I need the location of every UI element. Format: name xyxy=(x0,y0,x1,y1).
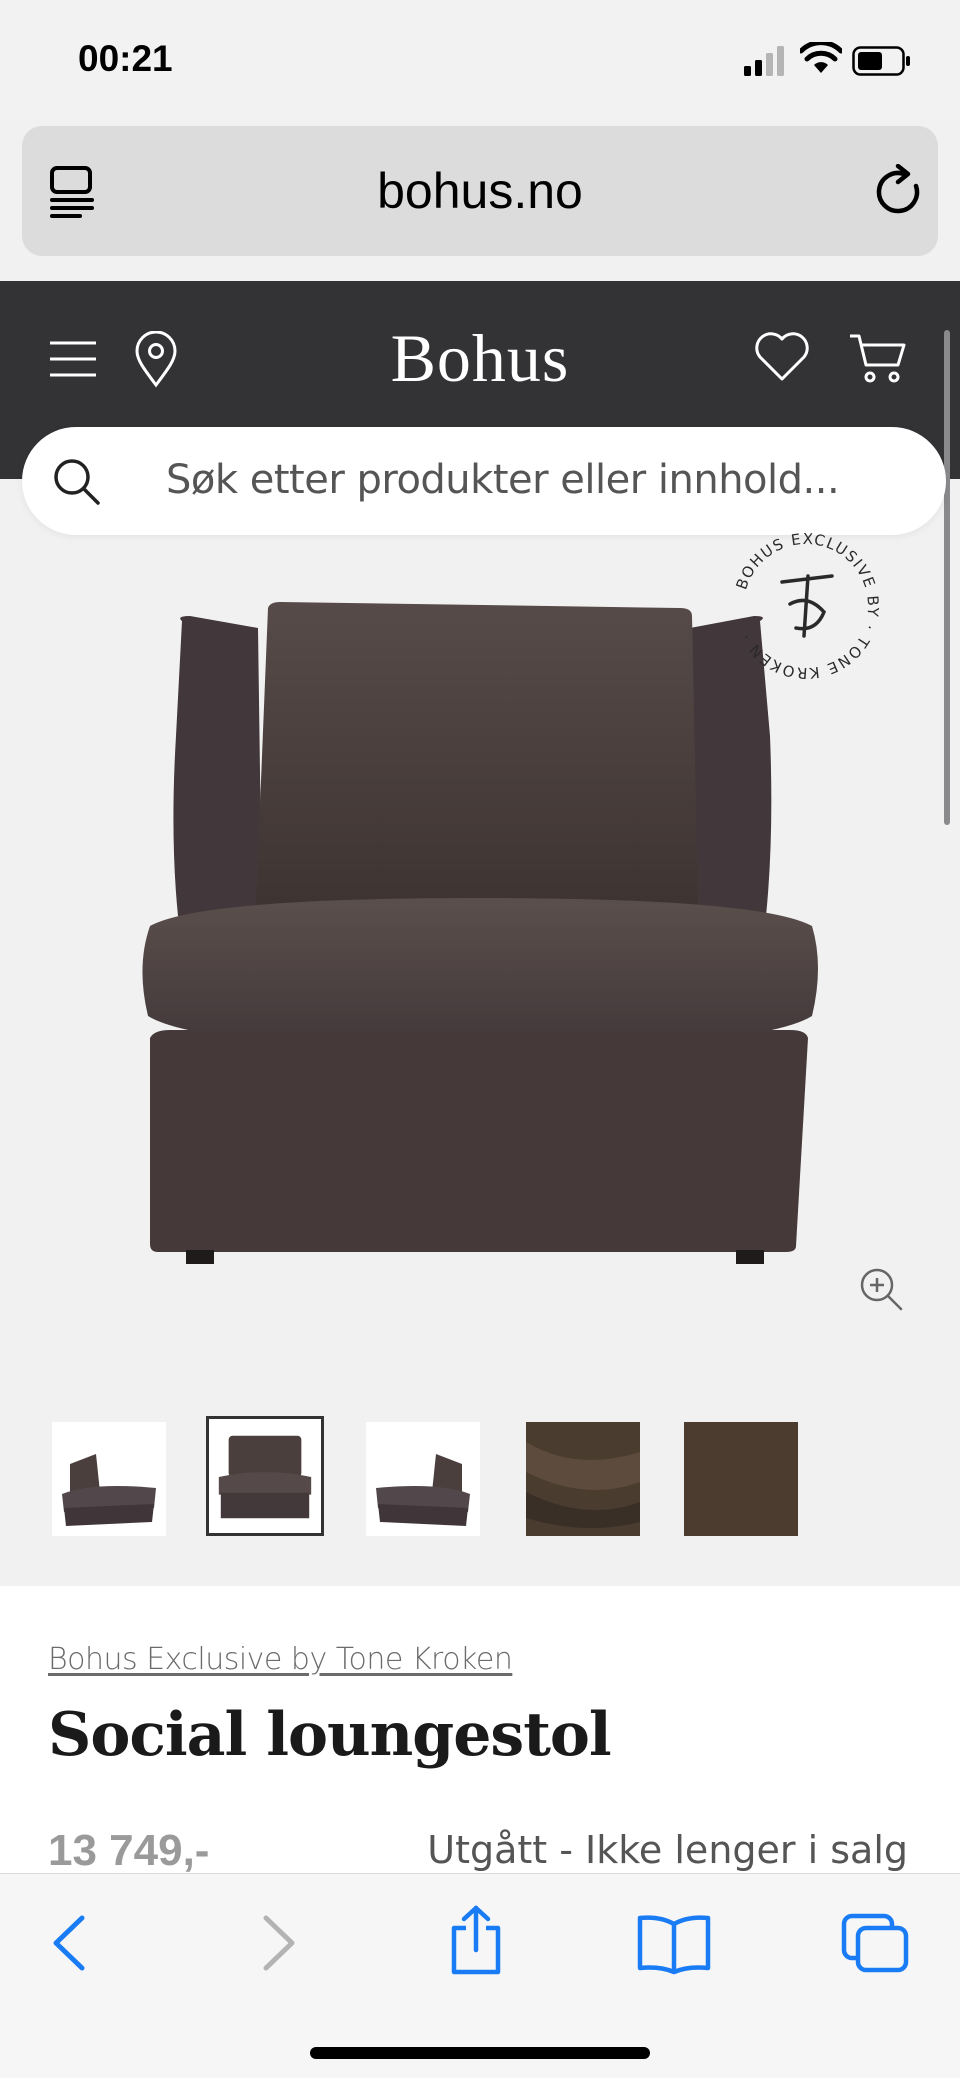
thumbnail-chair-front[interactable] xyxy=(206,1416,324,1536)
heart-icon[interactable] xyxy=(754,331,810,383)
thumbnail-chair-angle-right[interactable] xyxy=(366,1422,480,1536)
url-text[interactable]: bohus.no xyxy=(22,162,938,220)
zoom-in-icon[interactable] xyxy=(858,1266,904,1312)
signal-icon xyxy=(744,46,784,76)
availability-status: Utgått - Ikke lenger i salg xyxy=(427,1828,908,1872)
page: 00:21 bohus.no Bohus Søk etter produkter… xyxy=(0,0,960,2078)
thumbnail-strip xyxy=(0,1416,960,1542)
status-bar: 00:21 xyxy=(0,0,960,120)
address-bar[interactable]: bohus.no xyxy=(22,126,938,256)
product-price: 13 749,- xyxy=(48,1826,210,1875)
forward-icon[interactable] xyxy=(248,1910,308,1976)
home-indicator[interactable] xyxy=(310,2047,650,2059)
status-time: 00:21 xyxy=(78,38,173,79)
bookmarks-icon[interactable] xyxy=(636,1910,712,1976)
share-icon[interactable] xyxy=(446,1904,506,1976)
back-icon[interactable] xyxy=(40,1910,100,1976)
tabs-icon[interactable] xyxy=(840,1910,912,1976)
thumbnail-chair-angle-left[interactable] xyxy=(52,1422,166,1536)
thumbnail-fabric-swatch-flat[interactable] xyxy=(684,1422,798,1536)
cart-icon[interactable] xyxy=(848,331,908,385)
product-brand-link[interactable]: Bohus Exclusive by Tone Kroken xyxy=(48,1642,513,1677)
reload-icon[interactable] xyxy=(874,164,926,220)
battery-icon xyxy=(852,46,910,76)
wifi-icon xyxy=(800,42,842,73)
search-icon xyxy=(54,459,100,505)
thumbnail-fabric-swatch-folded[interactable] xyxy=(526,1422,640,1536)
search-bar[interactable]: Søk etter produkter eller innhold... xyxy=(22,427,946,535)
search-input[interactable]: Søk etter produkter eller innhold... xyxy=(166,457,840,503)
site-logo[interactable]: Bohus xyxy=(0,319,960,398)
product-title: Social loungestol xyxy=(48,1700,612,1770)
exclusive-badge-logo: BOHUS EXCLUSIVE BY · TONE KROKEN · xyxy=(733,530,881,682)
